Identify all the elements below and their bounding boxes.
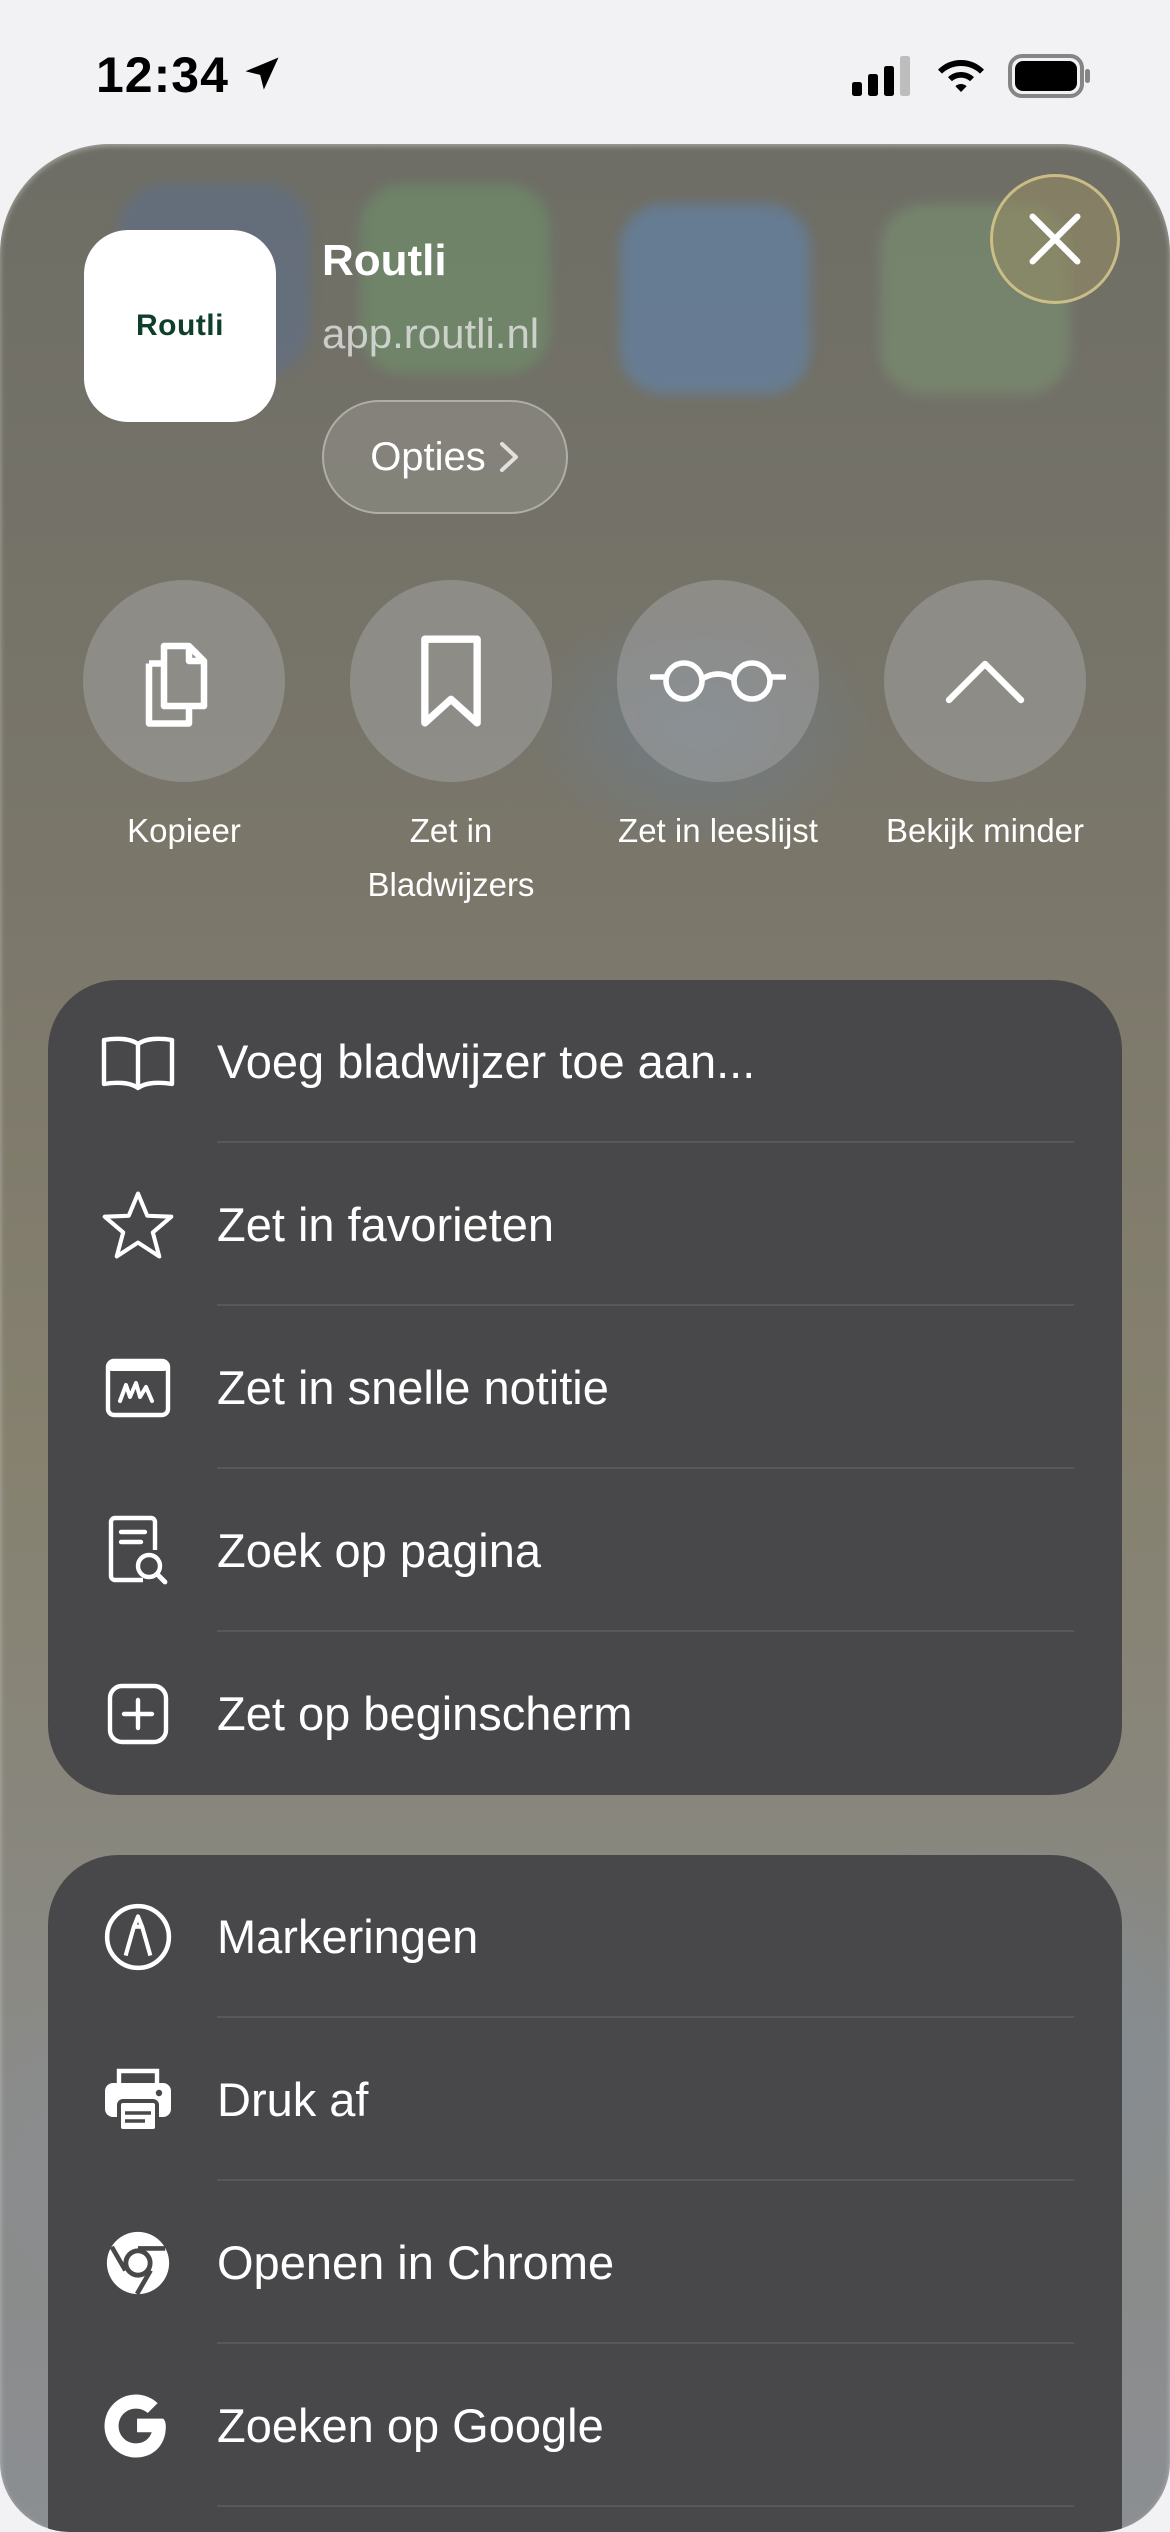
menu-item-print[interactable]: Druk af bbox=[48, 2018, 1122, 2181]
star-icon bbox=[100, 1187, 176, 1263]
chevron-right-icon bbox=[499, 442, 518, 472]
chevron-up-icon bbox=[945, 660, 1025, 704]
find-in-page-icon bbox=[100, 1513, 176, 1589]
menu-item-find-on-page[interactable]: Zoek op pagina bbox=[48, 1469, 1122, 1632]
menu-item-label: Zet op beginscherm bbox=[217, 1687, 633, 1740]
google-icon bbox=[92, 2382, 180, 2470]
menu-item-search-google[interactable]: Zoeken op Google bbox=[48, 2344, 1122, 2507]
menu-item-add-to-home-screen[interactable]: Zet op beginscherm bbox=[48, 1632, 1122, 1795]
action-circle[interactable] bbox=[617, 580, 819, 782]
app-url: app.routli.nl bbox=[322, 310, 540, 357]
add-square-icon bbox=[100, 1676, 176, 1752]
close-button[interactable] bbox=[990, 174, 1120, 304]
quick-note-icon bbox=[100, 1350, 176, 1426]
menu-item-add-bookmark-to[interactable]: Voeg bladwijzer toe aan... bbox=[48, 980, 1122, 1143]
action-label: Kopieer bbox=[127, 812, 241, 849]
close-icon bbox=[1029, 213, 1081, 265]
action-circle[interactable] bbox=[83, 580, 285, 782]
action-label: Zet in Bladwijzers bbox=[367, 812, 535, 903]
menu-item-label: Zet in favorieten bbox=[217, 1198, 555, 1251]
battery-icon bbox=[1008, 54, 1090, 98]
app-icon: Routli bbox=[84, 230, 276, 422]
action-copy[interactable]: Kopieer bbox=[51, 580, 317, 858]
status-time: 12:34 bbox=[96, 47, 229, 103]
menu-item-label: Druk af bbox=[217, 2073, 369, 2126]
menu-group-actions: Markeringen Druk af Openen in Chrome Zoe… bbox=[48, 1855, 1122, 2532]
blurred-app-tile bbox=[620, 204, 810, 394]
menu-item-label: Voeg bladwijzer toe aan... bbox=[217, 1035, 756, 1088]
action-label: Bekijk minder bbox=[885, 812, 1085, 849]
cellular-signal-icon bbox=[852, 56, 910, 96]
copy-icon bbox=[145, 642, 208, 727]
bookmark-icon bbox=[421, 635, 481, 727]
action-add-bookmark[interactable]: Zet in Bladwijzers bbox=[318, 580, 584, 912]
share-sheet: Routli Routli app.routli.nl Opties Kopie… bbox=[0, 144, 1170, 2532]
menu-item-open-in-chrome[interactable]: Openen in Chrome bbox=[48, 2181, 1122, 2344]
menu-item-add-to-favorites[interactable]: Zet in favorieten bbox=[48, 1143, 1122, 1306]
menu-item-label: Openen in Chrome bbox=[217, 2236, 615, 2289]
action-label: Zet in leeslijst bbox=[618, 812, 818, 849]
action-show-less[interactable]: Bekijk minder bbox=[852, 580, 1118, 858]
markup-icon bbox=[100, 1899, 176, 1975]
menu-item-quick-note[interactable]: Zet in snelle notitie bbox=[48, 1306, 1122, 1469]
menu-group-bookmarks: Voeg bladwijzer toe aan... Zet in favori… bbox=[48, 980, 1122, 1795]
menu-item-markup[interactable]: Markeringen bbox=[48, 1855, 1122, 2018]
menu-item-label: Zoeken op Google bbox=[217, 2399, 604, 2452]
separator bbox=[217, 2505, 1074, 2507]
menu-item-label: Zoek op pagina bbox=[217, 1524, 542, 1577]
action-reading-list[interactable]: Zet in leeslijst bbox=[585, 580, 851, 858]
chrome-icon bbox=[100, 2225, 176, 2301]
options-button[interactable]: Opties bbox=[322, 400, 568, 514]
app-name: Routli bbox=[322, 236, 447, 285]
menu-item-label: Markeringen bbox=[217, 1910, 479, 1963]
printer-icon bbox=[100, 2062, 176, 2138]
status-bar: 12:34 bbox=[0, 0, 1170, 140]
glasses-icon bbox=[650, 660, 786, 702]
book-icon bbox=[100, 1024, 176, 1100]
location-arrow-icon bbox=[245, 57, 279, 90]
menu-item-label: Zet in snelle notitie bbox=[217, 1361, 609, 1414]
options-label: Opties bbox=[370, 434, 486, 479]
wifi-icon bbox=[938, 60, 984, 92]
action-circle[interactable] bbox=[884, 580, 1086, 782]
action-circle[interactable] bbox=[350, 580, 552, 782]
app-logo: Routli bbox=[136, 309, 224, 342]
